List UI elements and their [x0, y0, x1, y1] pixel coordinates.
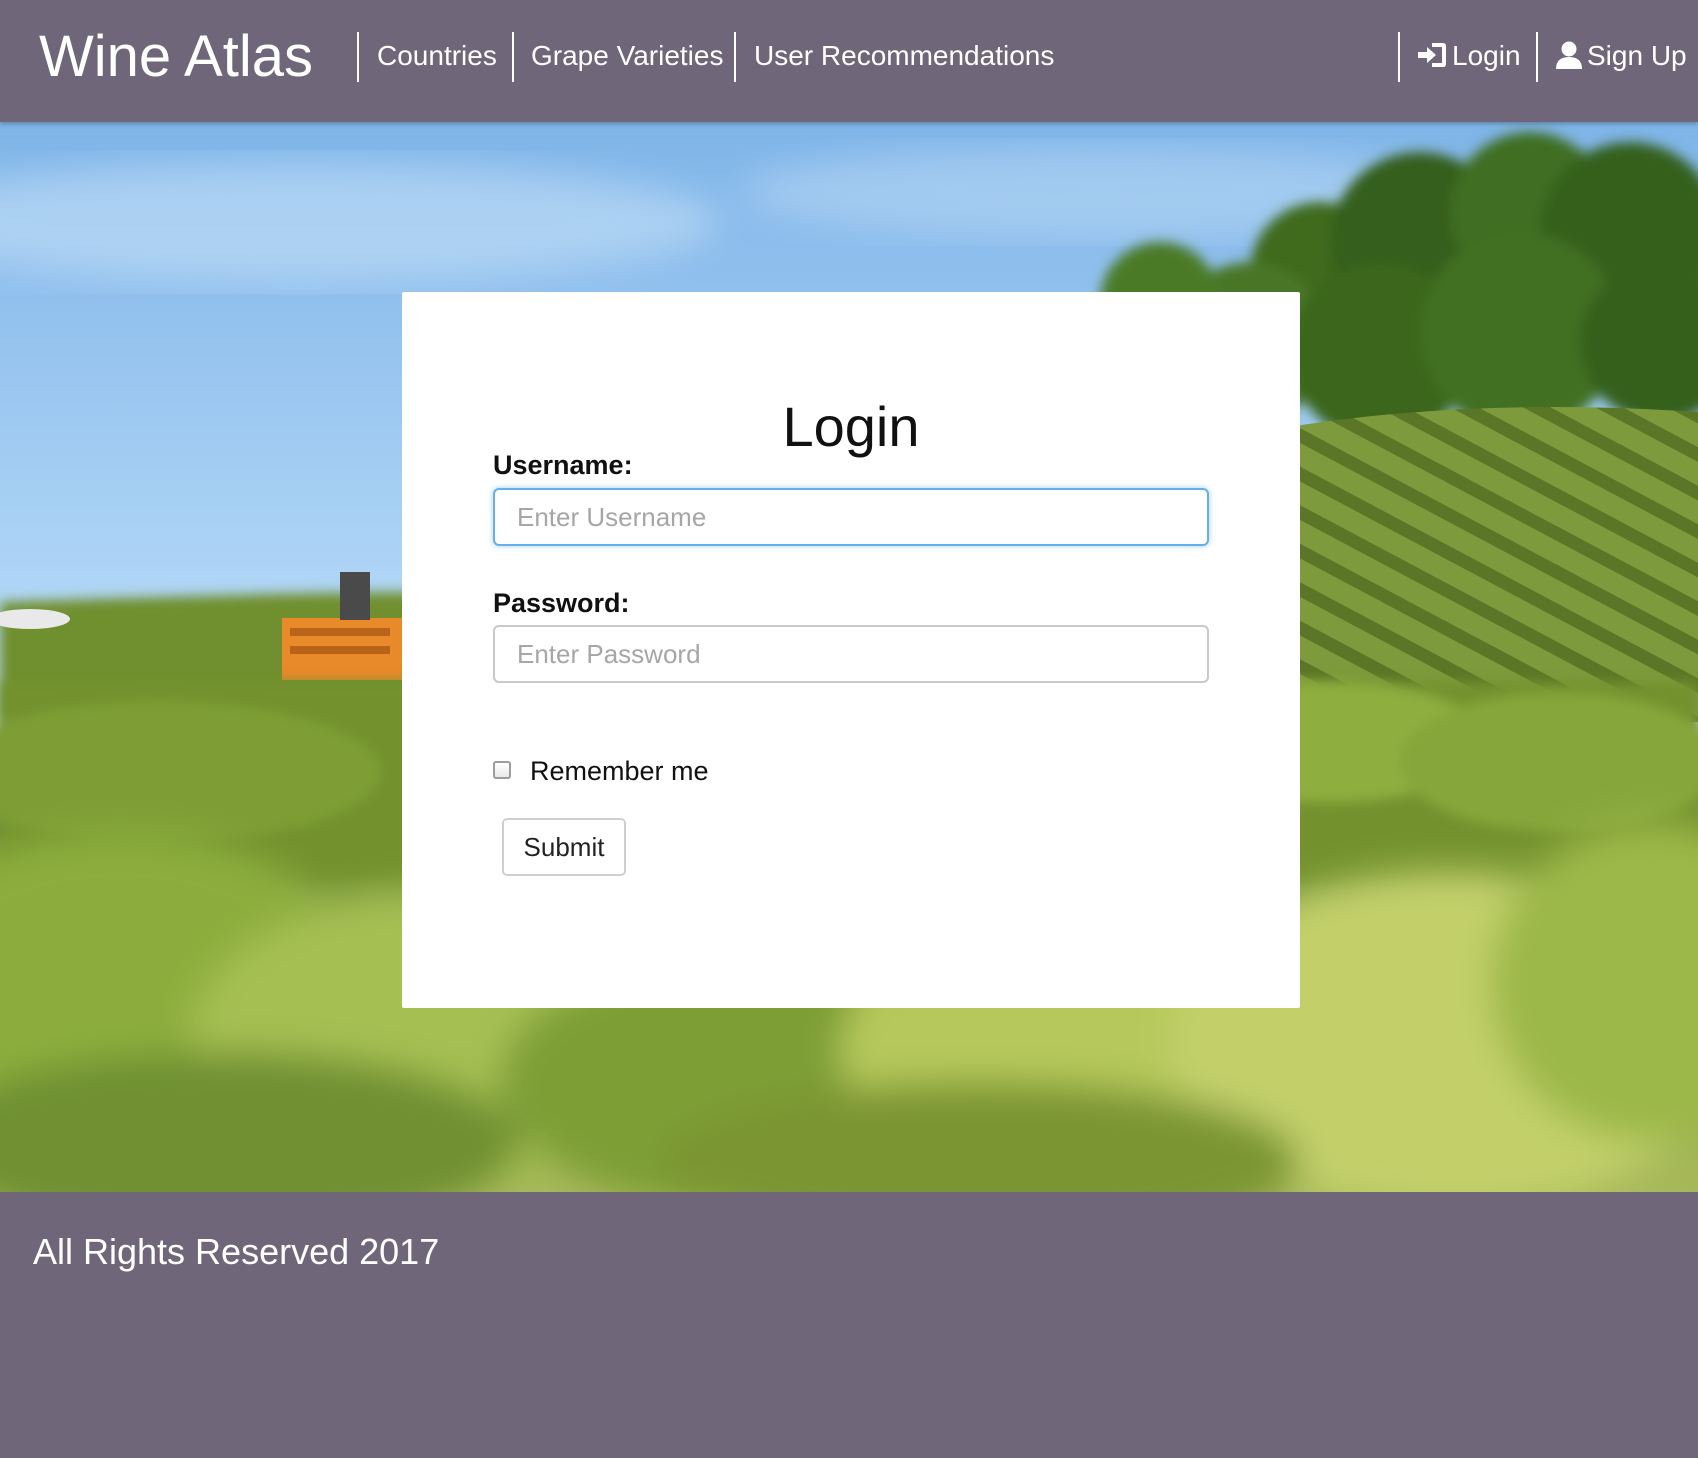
- login-card: Login Username: Password: Remember me Su…: [402, 292, 1300, 1008]
- nav-divider: [734, 32, 736, 82]
- user-icon: [1555, 40, 1583, 70]
- brand-logo-link[interactable]: Wine Atlas: [39, 22, 313, 92]
- remember-me-label[interactable]: Remember me: [530, 753, 709, 789]
- nav-divider: [512, 32, 514, 82]
- nav-divider: [357, 32, 359, 82]
- remember-me-checkbox[interactable]: [493, 761, 511, 779]
- username-input[interactable]: [493, 488, 1209, 546]
- nav-login-link[interactable]: Login: [1416, 36, 1521, 76]
- vineyard-background-image: Login Username: Password: Remember me Su…: [0, 122, 1698, 1192]
- nav-link-grape-varieties[interactable]: Grape Varieties: [531, 36, 723, 76]
- password-label: Password:: [493, 588, 630, 618]
- nav-signup-label: Sign Up: [1587, 40, 1687, 71]
- submit-button[interactable]: Submit: [502, 818, 626, 876]
- nav-signup-link[interactable]: Sign Up: [1555, 36, 1687, 76]
- nav-divider: [1536, 32, 1538, 82]
- nav-link-user-recommendations[interactable]: User Recommendations: [754, 36, 1054, 76]
- nav-login-label: Login: [1452, 40, 1521, 71]
- footer: All Rights Reserved 2017: [0, 1192, 1698, 1458]
- footer-copyright: All Rights Reserved 2017: [33, 1231, 440, 1272]
- password-input[interactable]: [493, 625, 1209, 683]
- log-in-icon: [1416, 41, 1448, 69]
- navbar: Wine Atlas Countries Grape Varieties Use…: [0, 0, 1698, 122]
- nav-divider: [1398, 32, 1400, 82]
- username-label: Username:: [493, 450, 633, 480]
- nav-link-countries[interactable]: Countries: [377, 36, 497, 76]
